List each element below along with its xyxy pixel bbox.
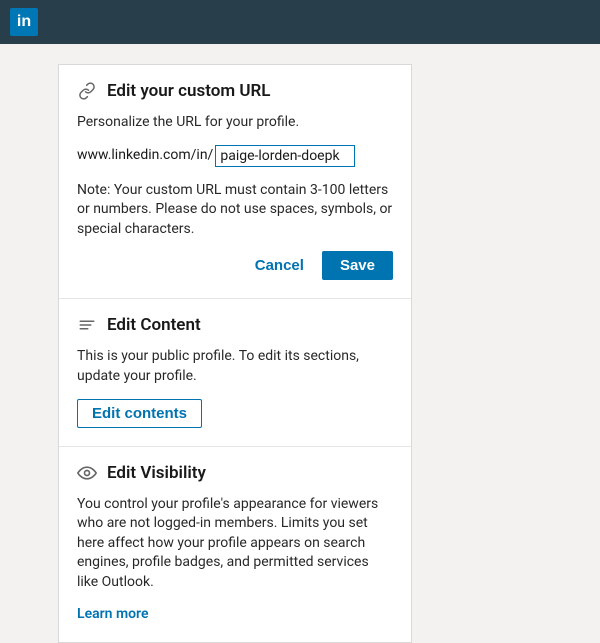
link-icon bbox=[77, 82, 97, 100]
settings-panel: Edit your custom URL Personalize the URL… bbox=[58, 64, 412, 643]
card-edit-content: Edit Content This is your public profile… bbox=[59, 299, 411, 446]
custom-url-input[interactable] bbox=[215, 145, 355, 167]
url-prefix: www.linkedin.com/in/ bbox=[77, 146, 213, 166]
card-edit-visibility: Edit Visibility You control your profile… bbox=[59, 447, 411, 643]
linkedin-logo[interactable]: in bbox=[10, 8, 38, 36]
learn-more-link[interactable]: Learn more bbox=[77, 605, 148, 625]
custom-url-subtitle: Personalize the URL for your profile. bbox=[77, 113, 393, 133]
edit-contents-button[interactable]: Edit contents bbox=[77, 399, 202, 428]
cancel-button[interactable]: Cancel bbox=[251, 251, 308, 280]
top-nav-bar: in bbox=[0, 0, 600, 44]
card-custom-url: Edit your custom URL Personalize the URL… bbox=[59, 65, 411, 299]
edit-visibility-title: Edit Visibility bbox=[107, 463, 206, 483]
save-button[interactable]: Save bbox=[322, 251, 393, 280]
edit-content-body: This is your public profile. To edit its… bbox=[77, 347, 393, 386]
logo-text: in bbox=[17, 13, 31, 31]
custom-url-title: Edit your custom URL bbox=[107, 81, 270, 101]
lines-icon bbox=[77, 316, 97, 334]
edit-content-title: Edit Content bbox=[107, 315, 201, 335]
edit-visibility-body: You control your profile's appearance fo… bbox=[77, 495, 393, 593]
eye-icon bbox=[77, 463, 97, 483]
custom-url-note: Note: Your custom URL must contain 3-100… bbox=[77, 181, 393, 240]
